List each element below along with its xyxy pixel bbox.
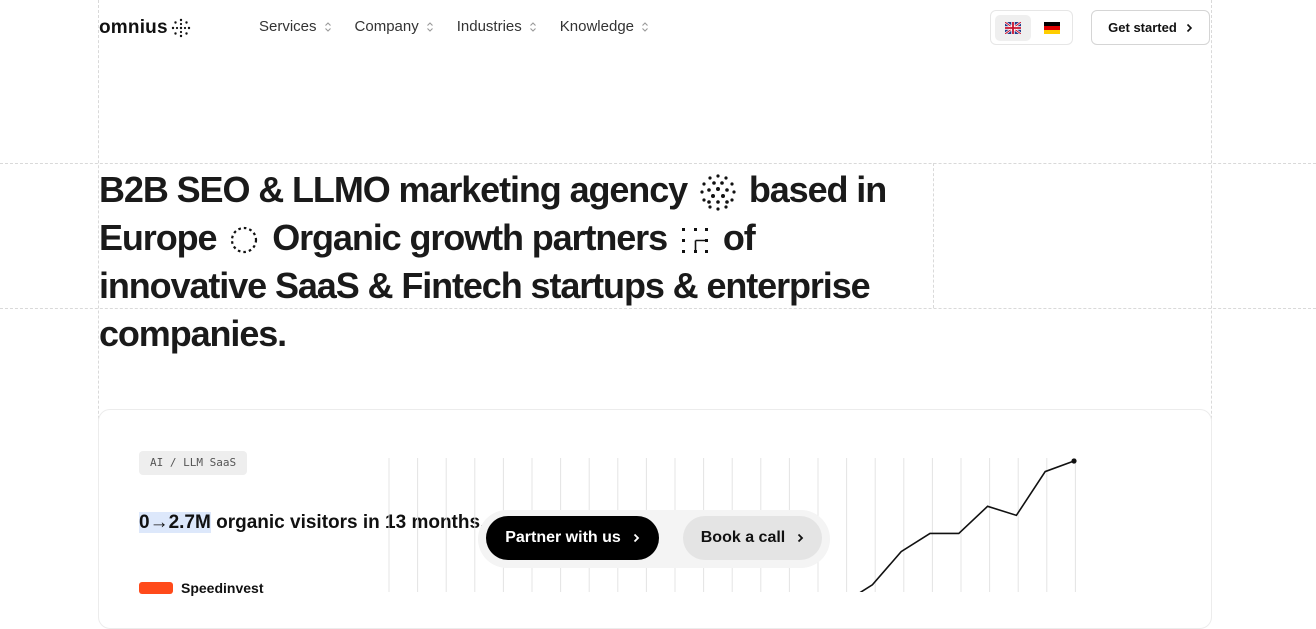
- chevron-updown-icon: [642, 21, 648, 32]
- brand-logo-icon: [139, 582, 173, 594]
- nav-industries[interactable]: Industries: [457, 18, 537, 35]
- chevron-updown-icon: [324, 21, 331, 32]
- logo-dots-icon: [171, 18, 190, 38]
- get-started-label: Get started: [1108, 20, 1177, 35]
- hero-text-3: Organic growth partners: [272, 217, 668, 258]
- nav-label: Company: [354, 18, 419, 35]
- book-a-call-button[interactable]: Book a call: [683, 516, 822, 560]
- chevron-right-icon: [633, 533, 640, 543]
- partner-with-us-button[interactable]: Partner with us: [486, 516, 659, 560]
- chevron-updown-icon: [529, 21, 536, 32]
- main-nav: Services Company Industries Knowledge: [259, 18, 649, 35]
- language-en-button[interactable]: [995, 15, 1031, 41]
- chevron-updown-icon: [426, 21, 433, 32]
- chart-series-line: [859, 460, 1075, 592]
- chevron-right-icon: [1186, 23, 1192, 32]
- category-badge: AI / LLM SaaS: [139, 451, 248, 475]
- partner-label: Partner with us: [505, 529, 621, 546]
- guide-line: [0, 163, 1316, 164]
- hero-text-1: B2B SEO & LLMO marketing agency: [99, 169, 688, 210]
- logo[interactable]: omnius: [99, 17, 191, 39]
- hero-headline: B2B SEO & LLMO marketing agency based in…: [99, 166, 929, 358]
- nav-knowledge[interactable]: Knowledge: [560, 18, 649, 35]
- get-started-button[interactable]: Get started: [1091, 10, 1210, 45]
- language-switcher: [990, 10, 1073, 45]
- brand-name: Speedinvest: [181, 580, 264, 596]
- grid-nodes-icon: [681, 228, 708, 254]
- nav-label: Knowledge: [559, 18, 635, 35]
- guide-line: [933, 163, 934, 308]
- logo-text: omnius: [99, 17, 168, 38]
- dotted-circle-icon: [231, 227, 258, 254]
- nav-company[interactable]: Company: [355, 18, 434, 35]
- cta-group: Partner with us Book a call: [478, 510, 830, 568]
- dot-sphere-icon: [700, 174, 736, 212]
- nav-label: Industries: [456, 18, 522, 35]
- client-brand: Speedinvest: [139, 580, 263, 596]
- language-de-button[interactable]: [1034, 15, 1070, 41]
- nav-services[interactable]: Services: [259, 18, 332, 35]
- chart-end-point: [1071, 458, 1077, 464]
- nav-label: Services: [259, 18, 317, 35]
- book-label: Book a call: [700, 529, 786, 546]
- stat-highlight: 0→2.7M: [139, 512, 211, 533]
- uk-flag-icon: [1005, 22, 1021, 34]
- chevron-right-icon: [798, 533, 804, 543]
- germany-flag-icon: [1044, 22, 1060, 34]
